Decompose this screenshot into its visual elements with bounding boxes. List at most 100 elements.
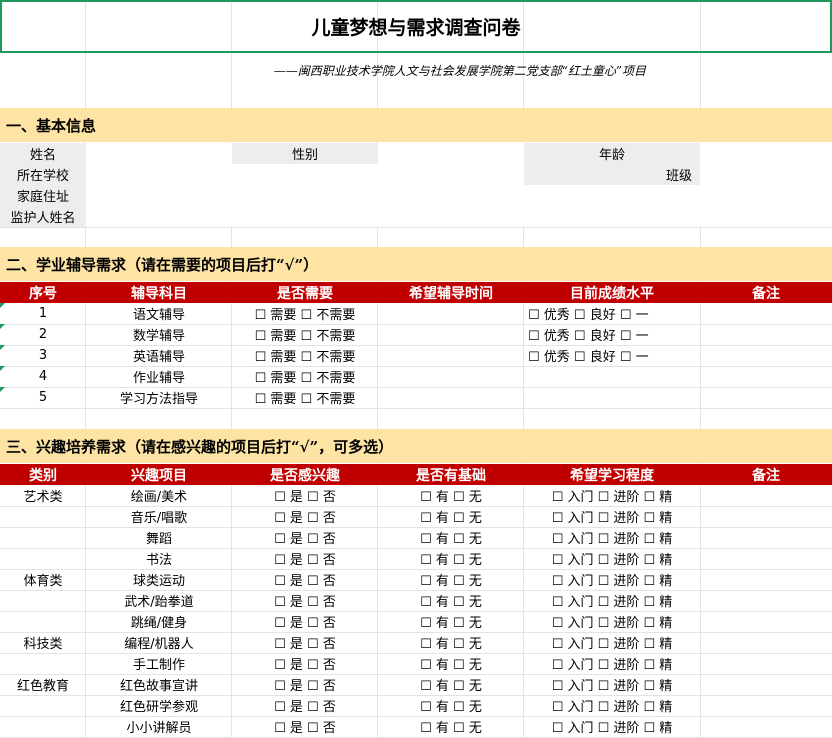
basis-checkbox-group[interactable]: ☐ 有 ☐ 无 [378, 653, 524, 674]
remark-field[interactable] [700, 548, 832, 569]
basis-checkbox-group[interactable]: ☐ 有 ☐ 无 [378, 485, 524, 506]
row-category: 科技类 [23, 637, 63, 652]
col-header-category: 类别 [29, 467, 57, 484]
interest-checkbox-group[interactable]: ☐ 是 ☐ 否 [232, 716, 378, 737]
remark-field[interactable] [700, 303, 832, 324]
basis-checkbox-group[interactable]: ☐ 有 ☐ 无 [378, 674, 524, 695]
basis-checkbox-group[interactable]: ☐ 有 ☐ 无 [378, 611, 524, 632]
degree-checkbox-group[interactable]: ☐ 入门 ☐ 进阶 ☐ 精 [524, 632, 700, 653]
remark-field[interactable] [700, 674, 832, 695]
time-field[interactable] [378, 387, 524, 408]
remark-field[interactable] [700, 653, 832, 674]
interest-checkbox-group[interactable]: ☐ 是 ☐ 否 [232, 527, 378, 548]
table-row: 科技类 编程/机器人 ☐ 是 ☐ 否 ☐ 有 ☐ 无 ☐ 入门 ☐ 进阶 ☐ 精 [0, 632, 832, 654]
time-field[interactable] [378, 366, 524, 387]
level-checkbox-group[interactable] [524, 366, 700, 387]
need-checkbox-group[interactable]: ☐ 需要 ☐ 不需要 [232, 345, 378, 366]
time-field[interactable] [378, 345, 524, 366]
col-header-remark: 备注 [752, 285, 780, 302]
section-interest-heading: 三、兴趣培养需求（请在感兴趣的项目后打“√”，可多选） [0, 429, 832, 463]
age-field[interactable] [700, 143, 832, 164]
need-checkbox-group[interactable]: ☐ 需要 ☐ 不需要 [232, 324, 378, 345]
interest-checkbox-group[interactable]: ☐ 是 ☐ 否 [232, 569, 378, 590]
degree-checkbox-group[interactable]: ☐ 入门 ☐ 进阶 ☐ 精 [524, 569, 700, 590]
remark-field[interactable] [700, 716, 832, 737]
interest-checkbox-group[interactable]: ☐ 是 ☐ 否 [232, 548, 378, 569]
time-field[interactable] [378, 303, 524, 324]
interest-checkbox-group[interactable]: ☐ 是 ☐ 否 [232, 506, 378, 527]
level-checkbox-group[interactable]: ☐ 优秀 ☐ 良好 ☐ 一 [524, 324, 700, 345]
interest-table-header: 类别 兴趣项目 是否感兴趣 是否有基础 希望学习程度 备注 [0, 464, 832, 485]
table-row: 红色研学参观 ☐ 是 ☐ 否 ☐ 有 ☐ 无 ☐ 入门 ☐ 进阶 ☐ 精 [0, 695, 832, 717]
class-field[interactable] [700, 164, 832, 185]
tutoring-table-header: 序号 辅导科目 是否需要 希望辅导时间 目前成绩水平 备注 [0, 282, 832, 303]
basis-checkbox-group[interactable]: ☐ 有 ☐ 无 [378, 506, 524, 527]
need-checkbox-group[interactable]: ☐ 需要 ☐ 不需要 [232, 366, 378, 387]
row-interest-item: 红色故事宣讲 [119, 679, 198, 694]
address-field[interactable] [86, 185, 832, 206]
degree-checkbox-group[interactable]: ☐ 入门 ☐ 进阶 ☐ 精 [524, 548, 700, 569]
col-header-level: 目前成绩水平 [570, 285, 654, 302]
basis-checkbox-group[interactable]: ☐ 有 ☐ 无 [378, 569, 524, 590]
degree-checkbox-group[interactable]: ☐ 入门 ☐ 进阶 ☐ 精 [524, 674, 700, 695]
interest-checkbox-group[interactable]: ☐ 是 ☐ 否 [232, 632, 378, 653]
basis-checkbox-group[interactable]: ☐ 有 ☐ 无 [378, 695, 524, 716]
degree-checkbox-group[interactable]: ☐ 入门 ☐ 进阶 ☐ 精 [524, 695, 700, 716]
remark-field[interactable] [700, 485, 832, 506]
remark-field[interactable] [700, 387, 832, 408]
basis-checkbox-group[interactable]: ☐ 有 ☐ 无 [378, 548, 524, 569]
basis-checkbox-group[interactable]: ☐ 有 ☐ 无 [378, 527, 524, 548]
level-checkbox-group[interactable]: ☐ 优秀 ☐ 良好 ☐ 一 [524, 345, 700, 366]
remark-field[interactable] [700, 366, 832, 387]
interest-checkbox-group[interactable]: ☐ 是 ☐ 否 [232, 485, 378, 506]
time-field[interactable] [378, 324, 524, 345]
basis-checkbox-group[interactable]: ☐ 有 ☐ 无 [378, 590, 524, 611]
row-subject: 学习方法指导 [119, 392, 198, 407]
interest-checkbox-group[interactable]: ☐ 是 ☐ 否 [232, 653, 378, 674]
basis-checkbox-group[interactable]: ☐ 有 ☐ 无 [378, 632, 524, 653]
basis-checkbox-group[interactable]: ☐ 有 ☐ 无 [378, 716, 524, 737]
col-header-degree: 希望学习程度 [570, 467, 654, 484]
remark-field[interactable] [700, 345, 832, 366]
row-interest-item: 绘画/美术 [130, 490, 188, 505]
remark-field[interactable] [700, 527, 832, 548]
table-row: 3 英语辅导 ☐ 需要 ☐ 不需要 ☐ 优秀 ☐ 良好 ☐ 一 [0, 345, 832, 367]
row-category [0, 695, 86, 716]
level-checkbox-group[interactable]: ☐ 优秀 ☐ 良好 ☐ 一 [524, 303, 700, 324]
name-field[interactable] [86, 143, 232, 164]
school-label: 所在学校 [0, 164, 86, 185]
degree-checkbox-group[interactable]: ☐ 入门 ☐ 进阶 ☐ 精 [524, 485, 700, 506]
level-checkbox-group[interactable] [524, 387, 700, 408]
gender-field[interactable] [378, 143, 524, 164]
table-row: 4 作业辅导 ☐ 需要 ☐ 不需要 [0, 366, 832, 388]
interest-checkbox-group[interactable]: ☐ 是 ☐ 否 [232, 590, 378, 611]
degree-checkbox-group[interactable]: ☐ 入门 ☐ 进阶 ☐ 精 [524, 611, 700, 632]
row-category [0, 590, 86, 611]
gender-label: 性别 [232, 143, 378, 164]
remark-field[interactable] [700, 506, 832, 527]
row-interest-item: 小小讲解员 [126, 721, 192, 736]
degree-checkbox-group[interactable]: ☐ 入门 ☐ 进阶 ☐ 精 [524, 590, 700, 611]
school-field[interactable] [86, 164, 524, 185]
remark-field[interactable] [700, 695, 832, 716]
need-checkbox-group[interactable]: ☐ 需要 ☐ 不需要 [232, 387, 378, 408]
remark-field[interactable] [700, 632, 832, 653]
remark-field[interactable] [700, 590, 832, 611]
row-category [0, 548, 86, 569]
interest-checkbox-group[interactable]: ☐ 是 ☐ 否 [232, 611, 378, 632]
degree-checkbox-group[interactable]: ☐ 入门 ☐ 进阶 ☐ 精 [524, 653, 700, 674]
row-no: 5 [38, 390, 48, 405]
col-header-interest: 是否感兴趣 [270, 467, 340, 484]
row-category: 红色教育 [16, 679, 69, 694]
degree-checkbox-group[interactable]: ☐ 入门 ☐ 进阶 ☐ 精 [524, 527, 700, 548]
need-checkbox-group[interactable]: ☐ 需要 ☐ 不需要 [232, 303, 378, 324]
remark-field[interactable] [700, 569, 832, 590]
table-row: 红色教育 红色故事宣讲 ☐ 是 ☐ 否 ☐ 有 ☐ 无 ☐ 入门 ☐ 进阶 ☐ 精 [0, 674, 832, 696]
interest-checkbox-group[interactable]: ☐ 是 ☐ 否 [232, 674, 378, 695]
degree-checkbox-group[interactable]: ☐ 入门 ☐ 进阶 ☐ 精 [524, 716, 700, 737]
degree-checkbox-group[interactable]: ☐ 入门 ☐ 进阶 ☐ 精 [524, 506, 700, 527]
remark-field[interactable] [700, 324, 832, 345]
guardian-field[interactable] [86, 206, 832, 227]
remark-field[interactable] [700, 611, 832, 632]
interest-checkbox-group[interactable]: ☐ 是 ☐ 否 [232, 695, 378, 716]
